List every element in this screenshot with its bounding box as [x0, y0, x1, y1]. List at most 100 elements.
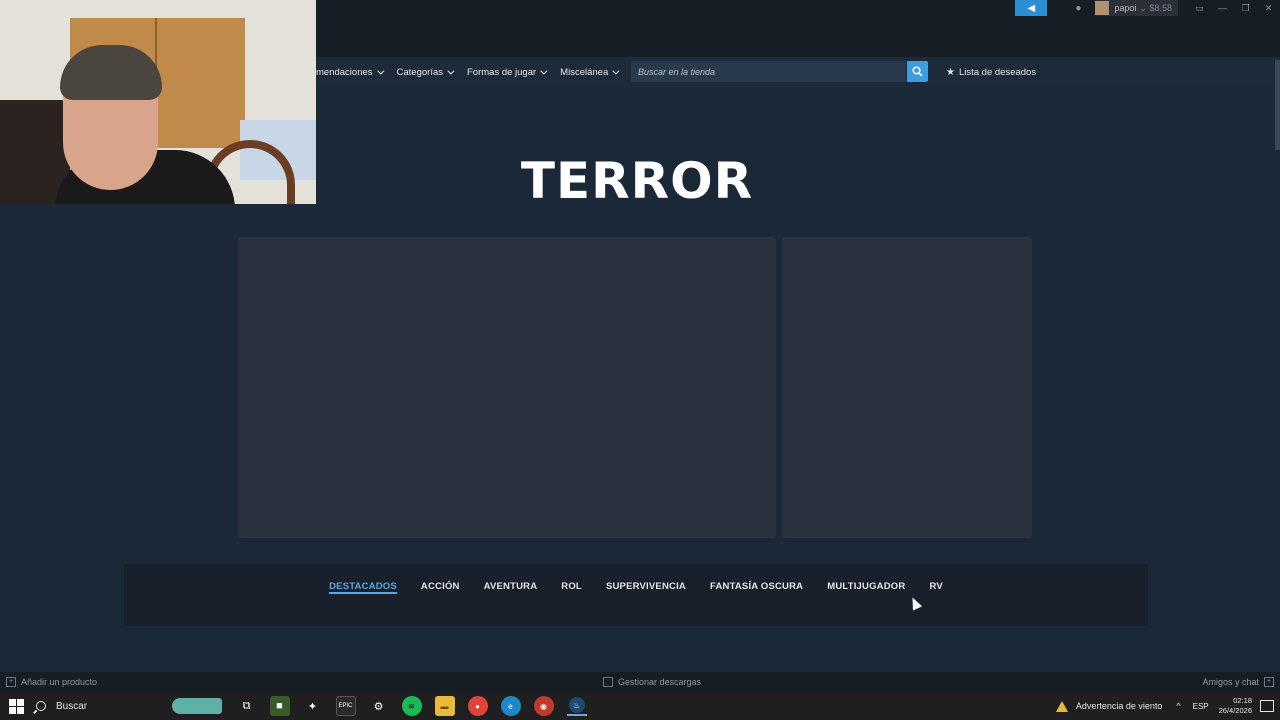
settings-app[interactable]: ⚙	[369, 696, 389, 716]
nav-item-label: mendaciones	[316, 66, 373, 78]
friends-chat-button[interactable]: Amigos y chat +	[1202, 672, 1274, 692]
featured-side-panel[interactable]	[782, 237, 1032, 538]
download-icon	[603, 677, 613, 687]
taskbar-search-label: Buscar	[56, 700, 88, 712]
nav-item-label: Miscelánea	[560, 66, 609, 78]
nav-item-label: Categorías	[396, 66, 443, 78]
clock-date: 26/4/2026	[1218, 706, 1252, 715]
chevron-down-icon	[376, 67, 384, 75]
file-explorer-app[interactable]: ▬	[434, 696, 455, 716]
nav-item-label: Formas de jugar	[467, 66, 537, 78]
store-search	[631, 61, 906, 82]
controller-icon: ✦	[307, 700, 318, 713]
folder-icon: ▬	[440, 701, 449, 711]
red-app[interactable]: ◉	[533, 696, 554, 716]
tab-supervivencia[interactable]: SUPERVIVENCIA	[606, 581, 686, 594]
chevron-down-icon	[540, 67, 548, 75]
page-scrollbar[interactable]	[1275, 60, 1280, 150]
avatar	[1095, 1, 1110, 15]
nav-recommendations[interactable]: mendaciones	[316, 66, 384, 78]
tab-aventura[interactable]: AVENTURA	[484, 581, 538, 594]
steam-icon: ♨	[568, 697, 585, 713]
spotify-app[interactable]: ≋	[401, 696, 422, 716]
windows-logo-icon	[9, 699, 16, 706]
tab-accion[interactable]: ACCIÓN	[421, 581, 460, 594]
steam-app[interactable]: ♨	[566, 696, 587, 716]
minecraft-icon: ■	[276, 700, 283, 712]
notification-center-icon[interactable]	[1260, 700, 1274, 712]
add-product-button[interactable]: + Añadir un producto	[6, 672, 97, 692]
show-hidden-icons-button[interactable]: ^	[1176, 701, 1180, 711]
windows-taskbar: Buscar ⧉ ■ ✦ EPIC ⚙ ≋ ▬ ● e ◉ ♨ Adverten…	[0, 692, 1280, 720]
big-picture-button[interactable]: ▭	[1188, 0, 1211, 16]
featured-carousel[interactable]	[238, 237, 776, 538]
title-bar-controls: ◀ ● papoi ⌄ $8.58 ▭ — ❐ ✕	[1015, 0, 1280, 16]
maximize-icon: ❐	[1241, 2, 1250, 13]
close-button[interactable]: ✕	[1257, 0, 1280, 16]
manage-downloads-button[interactable]: Gestionar descargas	[603, 672, 701, 692]
add-product-label: Añadir un producto	[21, 677, 98, 687]
task-view-button[interactable]: ⧉	[237, 696, 257, 716]
weather-widget[interactable]: Advertencia de viento	[1055, 700, 1163, 712]
genre-tabs-strip: DESTACADOS ACCIÓN AVENTURA ROL SUPERVIVE…	[124, 564, 1148, 626]
wishlist-label: Lista de deseados	[958, 66, 1037, 78]
maximize-button[interactable]: ❐	[1234, 0, 1257, 16]
genre-tabs: DESTACADOS ACCIÓN AVENTURA ROL SUPERVIVE…	[124, 564, 1148, 610]
chevron-down-icon	[447, 67, 455, 75]
tab-destacados[interactable]: DESTACADOS	[329, 581, 397, 594]
game-app[interactable]: ✦	[303, 696, 323, 716]
task-view-icon: ⧉	[242, 699, 251, 712]
nav-misc[interactable]: Miscelánea	[560, 66, 620, 78]
tab-multijugador[interactable]: MULTIJUGADOR	[827, 581, 905, 594]
spotify-icon: ≋	[408, 701, 415, 711]
language-indicator[interactable]: ESP	[1193, 702, 1209, 711]
wallet-balance-value: $8.58	[1149, 2, 1172, 13]
system-tray: Advertencia de viento ^ ESP 02:18 26/4/2…	[1055, 692, 1280, 720]
weather-warning-label: Advertencia de viento	[1075, 701, 1163, 711]
search-icon	[36, 701, 46, 711]
edge-app[interactable]: e	[500, 696, 521, 716]
nav-categories[interactable]: Categorías	[396, 66, 455, 78]
chat-icon: +	[1264, 677, 1274, 687]
windows-logo-icon	[9, 707, 16, 714]
tab-fantasia-oscura[interactable]: FANTASÍA OSCURA	[710, 581, 803, 594]
clock[interactable]: 02:18 26/4/2026	[1219, 696, 1252, 716]
chrome-app[interactable]: ●	[467, 696, 488, 716]
store-nav: mendaciones Categorías Formas de jugar M…	[316, 57, 1280, 87]
minecraft-app[interactable]: ■	[269, 696, 290, 716]
steam-bottom-bar: + Añadir un producto Gestionar descargas…	[0, 672, 1280, 692]
search-icon	[912, 66, 923, 77]
taskbar-apps: ⧉ ■ ✦ EPIC ⚙ ≋ ▬ ● e ◉ ♨	[230, 692, 593, 720]
friends-chat-label: Amigos y chat	[1202, 677, 1259, 687]
username: papoi	[1114, 3, 1137, 13]
windows-logo-icon	[17, 699, 24, 706]
page-title: TERROR	[520, 152, 754, 210]
tab-rol[interactable]: ROL	[561, 581, 582, 594]
chevron-down-icon	[612, 67, 620, 75]
epic-games-app[interactable]: EPIC	[335, 696, 356, 716]
windows-start-button[interactable]	[6, 696, 26, 716]
monitor-icon: ▭	[1195, 2, 1204, 13]
search-input[interactable]	[631, 61, 906, 82]
store-nav-menu: mendaciones Categorías Formas de jugar M…	[316, 57, 632, 87]
nav-ways-to-play[interactable]: Formas de jugar	[467, 66, 548, 78]
clock-time: 02:18	[1233, 696, 1252, 705]
minimize-icon: —	[1218, 3, 1227, 13]
manage-downloads-label: Gestionar descargas	[618, 677, 702, 687]
notifications-button[interactable]: ●	[1069, 0, 1087, 16]
account-menu[interactable]: papoi ⌄ $8.58	[1095, 0, 1178, 16]
search-button[interactable]	[907, 61, 928, 82]
edge-icon: e	[508, 701, 513, 711]
search-highlight-image	[172, 698, 222, 714]
tab-rv[interactable]: RV	[929, 581, 942, 594]
app-icon: ◉	[540, 701, 547, 711]
announcements-button[interactable]: ◀	[1015, 0, 1048, 16]
star-icon: ★	[946, 66, 955, 78]
chrome-icon: ●	[475, 701, 480, 711]
warning-icon	[1055, 700, 1068, 712]
windows-logo-icon	[17, 707, 24, 714]
minimize-button[interactable]: —	[1211, 0, 1234, 16]
gear-icon: ⚙	[373, 700, 384, 713]
wishlist-link[interactable]: ★ Lista de deseados	[946, 57, 1036, 87]
bell-icon: ●	[1075, 2, 1082, 14]
